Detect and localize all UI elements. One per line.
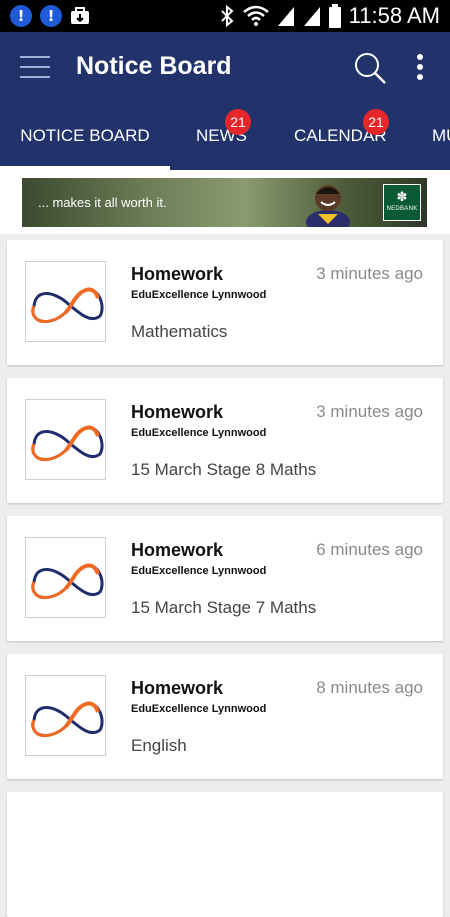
battery-icon	[328, 4, 341, 28]
notice-card[interactable]: Homework EduExcellence Lynnwood 3 minutes …	[7, 240, 443, 365]
tab-bar: NOTICE BOARD NEWS 21 CALENDAR 21 MU	[0, 102, 450, 170]
tab-mu[interactable]: MU	[432, 102, 450, 170]
notice-time: 8 minutes ago	[316, 678, 423, 697]
nedbank-logo-text: NEDBANK	[386, 206, 418, 212]
notice-title: Homework	[131, 678, 224, 698]
page-title: Notice Board	[76, 52, 232, 80]
banner-text: ... makes it all worth it.	[38, 195, 167, 210]
status-time: 11:58 AM	[348, 3, 440, 28]
school-logo	[25, 537, 106, 618]
search-icon[interactable]	[352, 50, 388, 86]
menu-icon[interactable]	[20, 56, 50, 78]
notice-card[interactable]	[7, 792, 443, 917]
bluetooth-icon	[220, 4, 234, 28]
notice-school: EduExcellence Lynnwood	[131, 703, 267, 715]
briefcase-download-icon	[71, 7, 89, 24]
infinity-logo-icon	[31, 701, 104, 738]
more-vert-icon[interactable]	[408, 52, 432, 82]
notice-title: Homework	[131, 264, 224, 284]
notice-school: EduExcellence Lynnwood	[131, 289, 267, 301]
notice-time: 6 minutes ago	[316, 540, 423, 559]
tab-notice-board[interactable]: NOTICE BOARD	[0, 102, 170, 170]
alert-icon: !	[40, 5, 62, 27]
tab-label: NOTICE BOARD	[20, 126, 150, 145]
infinity-logo-icon	[31, 563, 104, 600]
infinity-logo-icon	[31, 287, 104, 324]
nedbank-logo: ✽ NEDBANK	[383, 184, 421, 221]
notice-title: Homework	[131, 540, 224, 560]
status-bar: ! ! 11:58 AM	[0, 0, 450, 32]
app-bar: Notice Board	[0, 32, 450, 102]
school-logo	[25, 399, 106, 480]
notice-time: 3 minutes ago	[316, 264, 423, 283]
signal-icon	[277, 7, 294, 26]
child-photo-icon	[306, 185, 350, 227]
notice-body: 15 March Stage 7 Maths	[131, 598, 317, 617]
notice-card[interactable]: Homework EduExcellence Lynnwood 6 minutes …	[7, 516, 443, 641]
alert-icon: !	[10, 5, 32, 27]
school-logo	[25, 675, 106, 756]
infinity-logo-icon	[31, 425, 104, 462]
notice-body: English	[131, 736, 187, 755]
notice-card[interactable]: Homework EduExcellence Lynnwood 8 minutes …	[7, 654, 443, 779]
notice-body: 15 March Stage 8 Maths	[131, 460, 317, 479]
notice-time: 3 minutes ago	[316, 402, 423, 421]
tab-label: MU	[432, 126, 450, 145]
school-logo	[25, 261, 106, 342]
news-count-badge: 21	[225, 109, 251, 135]
calendar-count-badge: 21	[363, 109, 389, 135]
notice-school: EduExcellence Lynnwood	[131, 427, 267, 439]
ad-banner[interactable]: ... makes it all worth it. ✽ NEDBANK	[22, 178, 427, 227]
notice-school: EduExcellence Lynnwood	[131, 565, 267, 577]
wifi-icon	[242, 5, 269, 26]
notice-title: Homework	[131, 402, 224, 422]
notice-card[interactable]: Homework EduExcellence Lynnwood 3 minutes …	[7, 378, 443, 503]
banner-area: ... makes it all worth it. ✽ NEDBANK	[0, 170, 450, 234]
nedbank-mark-icon: ✽	[396, 189, 408, 204]
signal-icon	[303, 7, 320, 26]
notice-body: Mathematics	[131, 322, 228, 341]
